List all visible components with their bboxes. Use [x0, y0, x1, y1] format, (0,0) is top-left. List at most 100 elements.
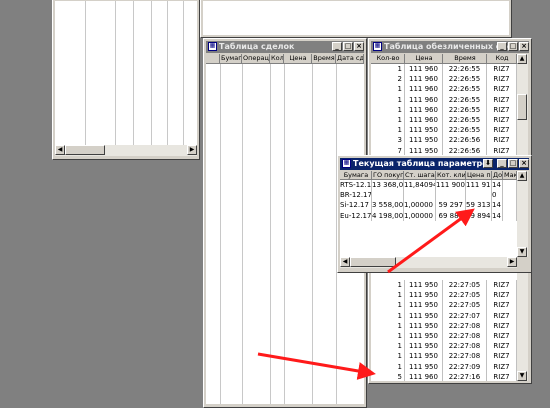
col-header[interactable]: Время: [312, 54, 336, 64]
table-row[interactable]: RTS-12.113 368,0011,84094111 900111 9101…: [340, 180, 517, 191]
table-cell: RIZ7: [487, 320, 517, 331]
grid-line: [312, 64, 313, 404]
params-vertical-scrollbar[interactable]: ▲ ▼: [517, 171, 528, 257]
table-row[interactable]: 1 111 950 22:26:55 RIZ7: [371, 125, 517, 136]
table-cell: 1: [371, 84, 405, 95]
table-row[interactable]: 3 111 950 22:26:56 RIZ7: [371, 135, 517, 146]
close-icon[interactable]: ×: [519, 42, 529, 51]
col-header[interactable]: Кот. клир: [436, 171, 466, 180]
table-cell: 22:26:56: [443, 135, 487, 146]
table-row[interactable]: 1 111 960 22:26:55 RIZ7: [371, 64, 517, 75]
col-header[interactable]: Ст. шага це: [404, 171, 436, 180]
table-row[interactable]: BR-12.17 0: [340, 190, 517, 201]
deals-titlebar[interactable]: ▦ Таблица сделок _ □ ×: [206, 41, 364, 53]
minimize-icon[interactable]: _: [497, 159, 507, 168]
col-header[interactable]: Время: [443, 54, 487, 64]
maximize-icon[interactable]: □: [508, 159, 518, 168]
minimize-icon[interactable]: _: [497, 42, 507, 51]
table-row[interactable]: 1 111 950 22:27:07 RIZ7: [371, 310, 517, 321]
col-header[interactable]: Операция: [242, 54, 270, 64]
table-cell: 22:26:55: [443, 94, 487, 105]
col-header[interactable]: Цена: [284, 54, 312, 64]
col-header[interactable]: До м: [492, 171, 503, 180]
table-row[interactable]: 1 111 950 22:27:08 RIZ7: [371, 351, 517, 362]
col-header[interactable]: ГО покупате: [372, 171, 404, 180]
table-cell: 14: [492, 200, 503, 211]
scroll-left-icon[interactable]: ◀: [55, 145, 65, 155]
col-header[interactable]: Кол: [270, 54, 284, 64]
table-cell: 22:27:09: [443, 361, 487, 372]
table-cell: RIZ7: [487, 104, 517, 115]
table-cell: Eu-12.17: [340, 210, 372, 221]
close-icon[interactable]: ×: [519, 159, 529, 168]
scroll-right-icon[interactable]: ▶: [507, 257, 517, 267]
maximize-icon[interactable]: □: [343, 42, 353, 51]
col-header[interactable]: Бумага: [220, 54, 242, 64]
grid-line: [167, 1, 168, 145]
close-icon[interactable]: ×: [354, 42, 364, 51]
scroll-up-icon[interactable]: ▲: [517, 54, 527, 64]
table-row[interactable]: Eu-12.17 4 198,00 1,00000 69 889 69 894 14: [340, 210, 517, 221]
background-table-window[interactable]: ◀ ▶: [52, 0, 200, 160]
minimize-icon[interactable]: _: [332, 42, 342, 51]
table-row[interactable]: 1 111 960 22:26:55 RIZ7: [371, 94, 517, 105]
col-header[interactable]: Бумага: [340, 171, 372, 180]
col-header[interactable]: Макс: [503, 171, 517, 180]
scroll-down-icon[interactable]: ▼: [517, 247, 527, 257]
table-cell: RIZ7: [487, 341, 517, 352]
table-row[interactable]: 1 111 950 22:27:08 RIZ7: [371, 330, 517, 342]
table-row[interactable]: Si-12.17 3 558,00 1,00000 59 297 59 313 14: [340, 200, 517, 211]
scroll-thumb[interactable]: [517, 94, 527, 120]
table-row[interactable]: 1 111 950 22:27:05 RIZ7: [371, 300, 517, 311]
pin-icon[interactable]: ⬇: [483, 159, 493, 168]
table-row[interactable]: 1 111 960 22:26:55 RIZ7: [371, 114, 517, 126]
scroll-left-icon[interactable]: ◀: [340, 257, 350, 267]
col-header[interactable]: Код: [487, 54, 517, 64]
params-horizontal-scrollbar[interactable]: ◀ ▶: [340, 257, 517, 268]
table-row[interactable]: 1 111 950 22:27:08 RIZ7: [371, 341, 517, 352]
table-cell: 111 960: [405, 74, 443, 85]
col-header[interactable]: Дата сдел: [336, 54, 364, 64]
table-cell: RIZ7: [487, 125, 517, 136]
table-row[interactable]: 1 111 960 22:26:55 RIZ7: [371, 84, 517, 95]
trades-titlebar[interactable]: ▦ Таблица обезличенных сде... _ □ ×: [371, 41, 529, 53]
table-cell: 1: [371, 361, 405, 372]
scroll-right-icon[interactable]: ▶: [187, 145, 197, 155]
table-cell: 111 950: [405, 330, 443, 342]
table-row[interactable]: 1 111 950 22:27:05 RIZ7: [371, 290, 517, 301]
scroll-down-icon[interactable]: ▼: [517, 371, 527, 381]
table-cell: 22:27:08: [443, 330, 487, 342]
table-row[interactable]: 5 111 960 22:27:16 RIZ7: [371, 371, 517, 381]
table-cell: 111 950: [405, 320, 443, 331]
col-header[interactable]: Цена: [405, 54, 443, 64]
table-row[interactable]: 1 111 950 22:27:08 RIZ7: [371, 320, 517, 331]
table-row[interactable]: 1 111 960 22:26:55 RIZ7: [371, 104, 517, 115]
table-cell: 4 198,00: [372, 210, 404, 221]
params-titlebar[interactable]: ▦ Текущая таблица параметров ⬇ _ □ ×: [340, 158, 529, 170]
col-header[interactable]: Кол-во: [371, 54, 405, 64]
scroll-up-icon[interactable]: ▲: [517, 171, 527, 181]
params-table[interactable]: Бумага ГО покупате Ст. шага це Кот. клир…: [340, 171, 517, 257]
background-top-window[interactable]: [200, 0, 512, 38]
table-cell: 1: [371, 64, 405, 75]
table-cell: 22:27:05: [443, 290, 487, 301]
col-header[interactable]: Цена посл: [466, 171, 492, 180]
params-window[interactable]: ▦ Текущая таблица параметров ⬇ _ □ × Бума…: [337, 155, 532, 273]
background-table-body[interactable]: [55, 1, 197, 145]
horizontal-scrollbar[interactable]: ◀ ▶: [55, 145, 197, 156]
table-cell: RIZ7: [487, 361, 517, 372]
col-header[interactable]: [206, 54, 220, 64]
table-cell: 59 297: [436, 200, 466, 211]
table-row[interactable]: 1 111 950 22:27:09 RIZ7: [371, 361, 517, 372]
table-cell: [503, 190, 517, 201]
table-cell: 111 950: [405, 290, 443, 301]
scroll-thumb[interactable]: [65, 145, 105, 155]
table-row[interactable]: 1 111 950 22:27:05 RIZ7: [371, 280, 517, 291]
trades-table-header: Кол-во Цена Время Код: [371, 54, 517, 64]
maximize-icon[interactable]: □: [508, 42, 518, 51]
scroll-thumb[interactable]: [350, 257, 396, 267]
table-cell: 1: [371, 94, 405, 105]
background-top-body[interactable]: [203, 1, 509, 35]
table-cell: 111 960: [405, 114, 443, 126]
table-row[interactable]: 2 111 960 22:26:55 RIZ7: [371, 74, 517, 85]
